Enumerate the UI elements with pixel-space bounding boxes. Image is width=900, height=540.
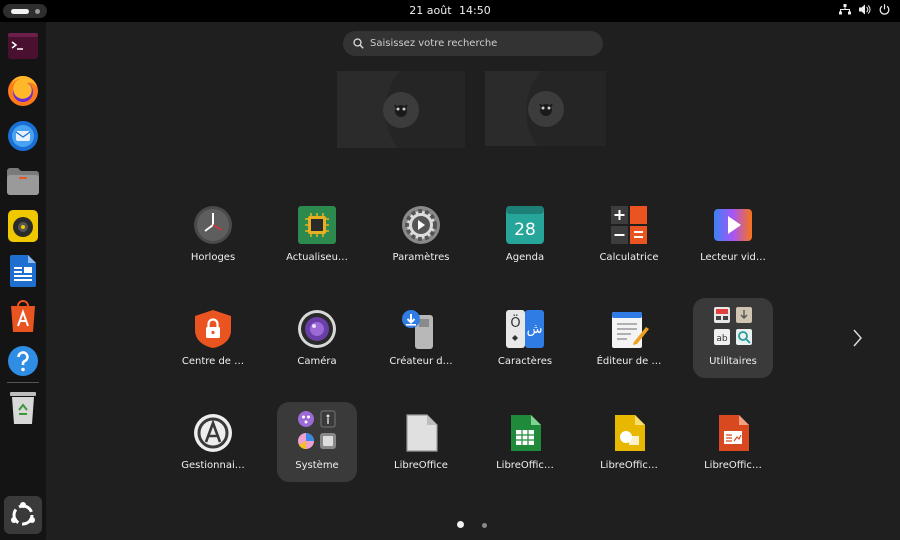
libreoffice-impress-icon (719, 415, 749, 451)
app-label: Éditeur de … (596, 356, 662, 367)
text-editor-icon (612, 312, 649, 348)
dock-item-help[interactable] (4, 342, 42, 380)
app-label: Caméra (297, 356, 337, 367)
dock-show-apps-button[interactable] (4, 496, 42, 534)
clock[interactable]: 21 août 14:50 (0, 4, 900, 17)
top-bar: 21 août 14:50 (0, 0, 900, 22)
desktop: 21 août 14:50 Saisissez votre recherche … (0, 0, 900, 540)
clock-icon (194, 206, 232, 244)
app-label: Paramètres (392, 252, 450, 263)
dock-item-trash[interactable] (4, 389, 42, 427)
search-bar[interactable] (343, 31, 603, 56)
workspace-wallpaper-logo (527, 90, 564, 127)
app-clocks[interactable]: Horloges (173, 199, 253, 279)
libreoffice-draw-icon (615, 415, 645, 451)
app-label: LibreOffic… (704, 460, 762, 471)
dock (0, 22, 46, 540)
app-label: LibreOffic… (600, 460, 658, 471)
calculator-icon (611, 206, 647, 244)
app-label: Centre de … (181, 356, 245, 367)
app-libreoffice-impress[interactable]: LibreOffic… (693, 407, 773, 487)
app-label: Lecteur vid… (700, 252, 766, 263)
document-icon (10, 255, 36, 287)
app-label: Actualiseu… (286, 252, 348, 263)
dock-item-thunderbird[interactable] (4, 117, 42, 155)
app-security-center[interactable]: Centre de … (173, 303, 253, 383)
next-page-arrow-icon[interactable] (850, 326, 864, 350)
app-libreoffice-calc[interactable]: LibreOffic… (485, 407, 565, 487)
app-characters[interactable]: Öش Caractères (485, 303, 565, 383)
characters-sample-arabic: ش (527, 322, 543, 337)
power-icon (879, 4, 890, 15)
search-icon (353, 38, 364, 49)
dock-item-terminal[interactable] (4, 27, 42, 65)
chip-icon (298, 206, 336, 244)
folder-system[interactable]: Système (277, 402, 357, 482)
characters-icon: Öش (506, 310, 544, 348)
folder-utilities[interactable]: ab Utilitaires (693, 298, 773, 378)
page-indicator[interactable] (482, 523, 487, 528)
app-label: LibreOffice (394, 460, 448, 471)
app-video-player[interactable]: Lecteur vid… (693, 199, 773, 279)
app-label: Créateur d… (389, 356, 453, 367)
libreoffice-icon (406, 414, 438, 452)
usb-creator-icon (402, 310, 433, 349)
app-label: Horloges (190, 252, 236, 263)
dock-item-firefox[interactable] (4, 72, 42, 110)
app-firmware-updater[interactable]: Actualiseu… (277, 199, 357, 279)
dock-item-writer[interactable] (4, 252, 42, 290)
app-label: LibreOffic… (496, 460, 554, 471)
app-label: Caractères (497, 356, 553, 367)
video-player-icon (714, 209, 752, 241)
firefox-icon (8, 76, 38, 106)
app-settings[interactable]: Paramètres (381, 199, 461, 279)
app-usb-creator[interactable]: Créateur d… (381, 303, 461, 383)
app-calendar[interactable]: 28 Agenda (485, 199, 565, 279)
app-libreoffice-draw[interactable]: LibreOffic… (589, 407, 669, 487)
characters-sample-latin: Ö (510, 314, 520, 331)
software-manager-icon (194, 414, 232, 452)
clock-time: 14:50 (459, 4, 491, 17)
app-camera[interactable]: Caméra (277, 303, 357, 383)
app-label: Calculatrice (599, 252, 659, 263)
terminal-icon (8, 33, 38, 59)
search-input[interactable] (370, 38, 590, 49)
app-software-manager[interactable]: Gestionnai… (173, 407, 253, 487)
workspace-thumbnail-1[interactable] (337, 71, 465, 148)
help-icon (8, 346, 38, 376)
folder-utilities-icon: ab (714, 307, 752, 345)
workspace-thumbnail-2[interactable] (485, 71, 606, 146)
trash-icon (10, 392, 36, 424)
camera-icon (298, 310, 336, 348)
workspace-wallpaper-logo (383, 91, 419, 128)
page-indicator-active[interactable] (457, 521, 464, 528)
libreoffice-calc-icon (511, 415, 541, 451)
calendar-icon: 28 (506, 206, 544, 244)
app-text-editor[interactable]: Éditeur de … (589, 303, 669, 383)
app-label: Utilitaires (709, 356, 757, 367)
folder-system-icon (298, 410, 336, 450)
system-tray[interactable] (839, 4, 890, 15)
app-calculator[interactable]: Calculatrice (589, 199, 669, 279)
ubuntu-icon (11, 502, 35, 526)
dock-item-rhythmbox[interactable] (4, 207, 42, 245)
dock-separator (7, 382, 39, 383)
folder-icon (7, 168, 39, 195)
thunderbird-icon (8, 121, 38, 151)
svg-text:ab: ab (716, 334, 728, 344)
calendar-day: 28 (514, 220, 536, 240)
clock-date: 21 août (409, 4, 452, 17)
app-label: Agenda (505, 252, 545, 263)
network-icon (839, 4, 851, 15)
volume-icon (859, 4, 871, 15)
store-icon (11, 300, 35, 332)
settings-gear-icon (402, 206, 440, 244)
lock-shield-icon (195, 310, 231, 348)
app-label: Gestionnai… (181, 460, 245, 471)
speaker-icon (8, 210, 38, 242)
app-libreoffice[interactable]: LibreOffice (381, 407, 461, 487)
app-label: Système (295, 460, 339, 471)
dock-item-files[interactable] (4, 162, 42, 200)
dock-item-app-center[interactable] (4, 297, 42, 335)
